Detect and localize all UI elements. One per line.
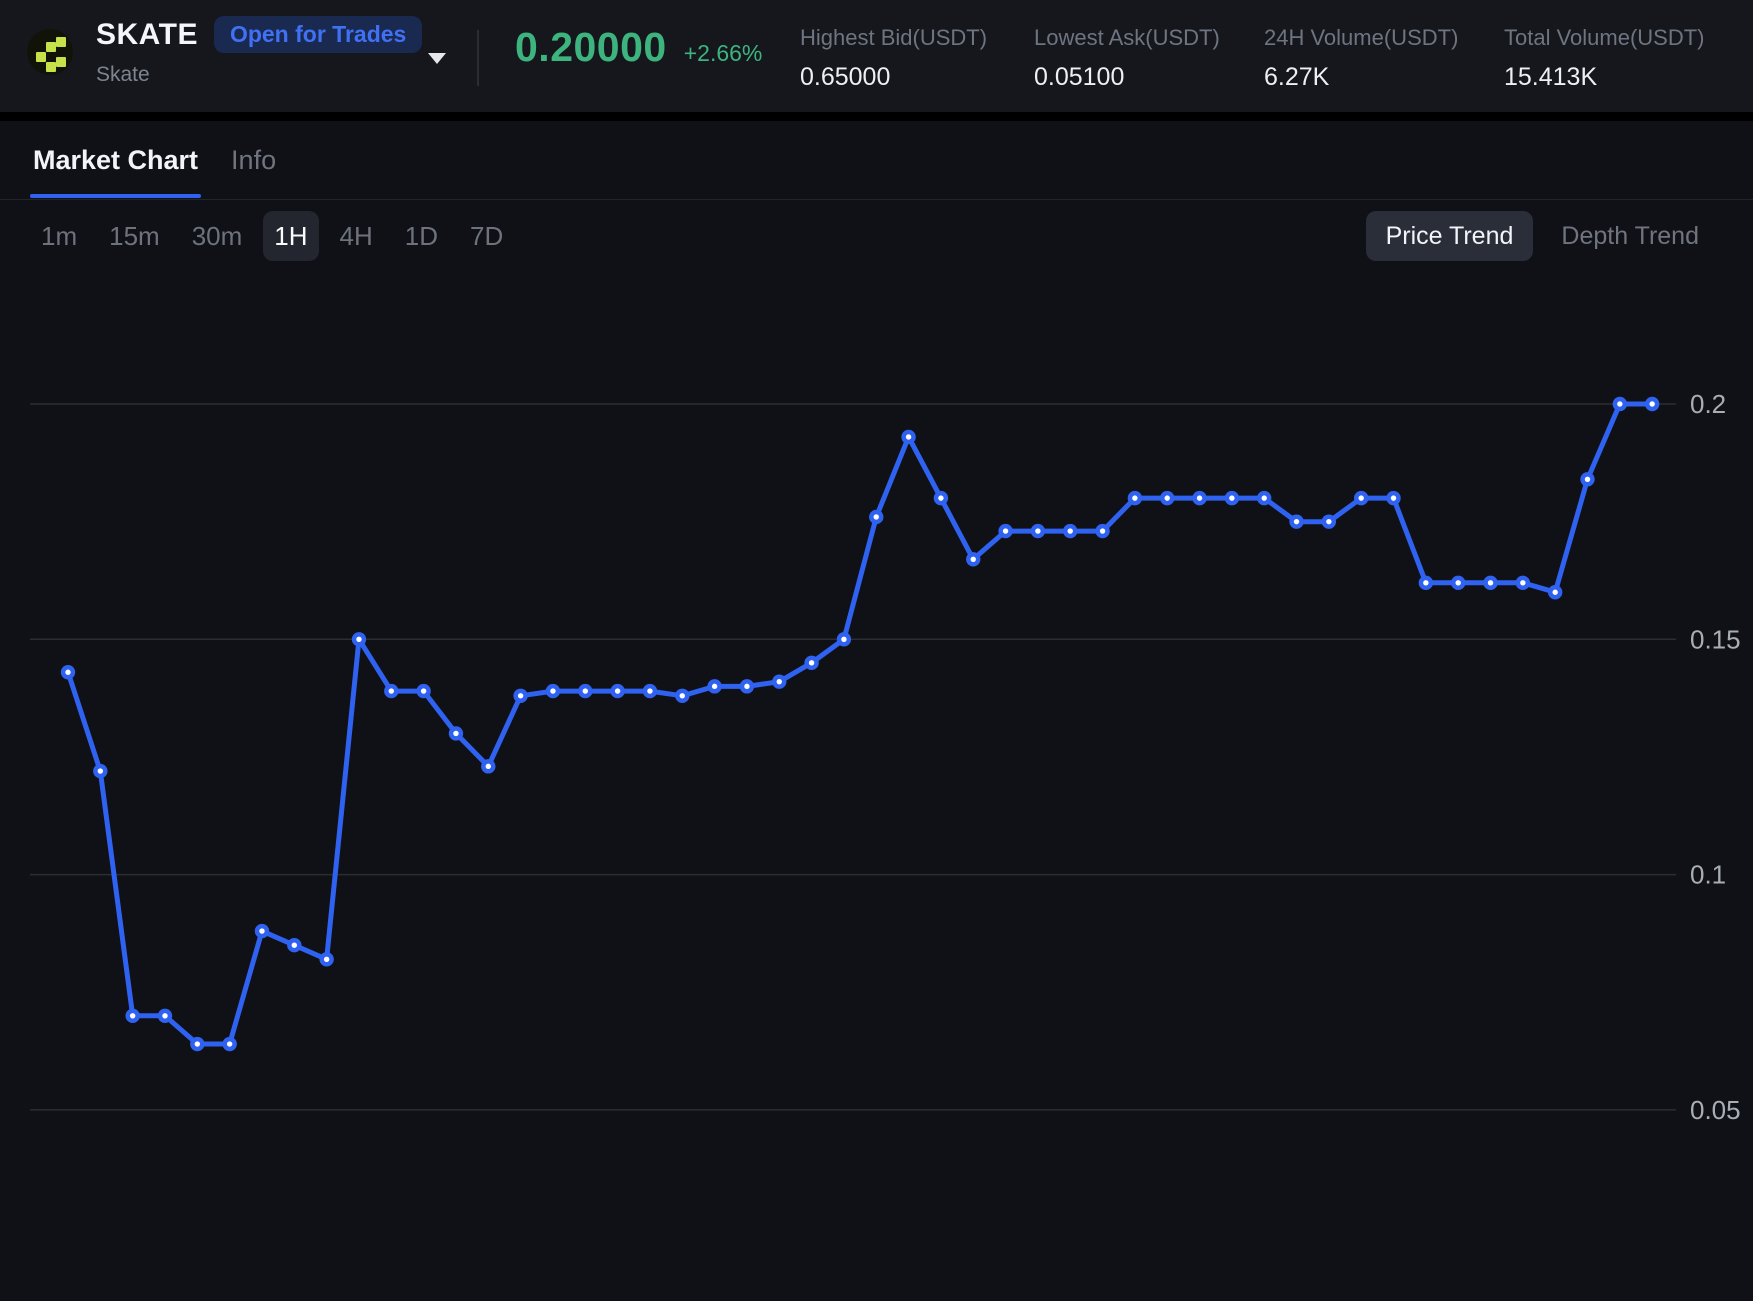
stat-label: Lowest Ask(USDT) [1034, 25, 1220, 51]
price-change-percent: +2.66% [684, 40, 763, 67]
stat-label: 24H Volume(USDT) [1264, 25, 1458, 51]
stat-24h-volume: 24H Volume(USDT) 6.27K [1264, 25, 1458, 92]
data-point-center [227, 1041, 232, 1046]
skate-token-logo-icon [27, 29, 73, 75]
last-price: 0.20000 [515, 24, 667, 71]
data-point-center [1423, 580, 1428, 585]
data-point-center [906, 434, 911, 439]
data-point-center [1294, 519, 1299, 524]
data-point-center [1617, 401, 1622, 406]
stat-value: 6.27K [1264, 63, 1458, 92]
data-point-center [647, 688, 652, 693]
data-point-center [1552, 590, 1557, 595]
data-point-center [453, 731, 458, 736]
data-point-center [1326, 519, 1331, 524]
data-point-center [712, 684, 717, 689]
data-point-center [1391, 495, 1396, 500]
data-point-center [98, 768, 103, 773]
stat-label: Total Volume(USDT) [1504, 25, 1705, 51]
data-point-center [1359, 495, 1364, 500]
data-point-center [1068, 528, 1073, 533]
stat-total-volume: Total Volume(USDT) 15.413K [1504, 25, 1705, 92]
token-symbol: SKATE [96, 18, 198, 52]
data-point-center [1455, 580, 1460, 585]
y-tick-label: 0.2 [1690, 389, 1726, 419]
data-point-center [1649, 401, 1654, 406]
stat-value: 15.413K [1504, 63, 1705, 92]
data-point-center [680, 693, 685, 698]
data-point-center [1165, 495, 1170, 500]
data-point-center [195, 1041, 200, 1046]
price-line [68, 404, 1652, 1044]
data-point-center [809, 660, 814, 665]
price-block: 0.20000 +2.66% [515, 24, 762, 71]
data-point-center [1585, 477, 1590, 482]
header-divider [477, 30, 479, 86]
data-point-center [292, 942, 297, 947]
data-point-center [130, 1013, 135, 1018]
data-point-center [1100, 528, 1105, 533]
market-header: SKATE Open for Trades Skate 0.20000 +2.6… [0, 0, 1753, 112]
y-tick-label: 0.1 [1690, 860, 1726, 890]
trading-status-badge: Open for Trades [214, 16, 422, 53]
data-point-center [389, 688, 394, 693]
data-point-center [938, 495, 943, 500]
tab-market-chart[interactable]: Market Chart [33, 121, 198, 199]
token-name: Skate [96, 63, 422, 87]
data-point-center [259, 928, 264, 933]
data-point-center [1229, 495, 1234, 500]
stat-highest-bid: Highest Bid(USDT) 0.65000 [800, 25, 987, 92]
y-tick-label: 0.15 [1690, 624, 1741, 654]
stat-value: 0.05100 [1034, 63, 1220, 92]
market-dropdown-caret-icon[interactable] [428, 53, 446, 64]
data-point-center [518, 693, 523, 698]
data-point-center [583, 688, 588, 693]
data-point-center [1035, 528, 1040, 533]
data-point-center [162, 1013, 167, 1018]
data-point-center [1520, 580, 1525, 585]
data-point-center [1488, 580, 1493, 585]
tab-bar: Market Chart Info [0, 121, 1753, 200]
data-point-center [324, 957, 329, 962]
data-point-center [550, 688, 555, 693]
data-point-center [356, 637, 361, 642]
data-point-center [971, 557, 976, 562]
stat-value: 0.65000 [800, 63, 987, 92]
data-point-center [615, 688, 620, 693]
data-point-center [777, 679, 782, 684]
market-stats: Highest Bid(USDT) 0.65000 Lowest Ask(USD… [800, 25, 1740, 95]
token-identity: SKATE Open for Trades Skate [96, 16, 422, 87]
data-point-center [744, 684, 749, 689]
data-point-center [421, 688, 426, 693]
data-point-center [65, 670, 70, 675]
stat-label: Highest Bid(USDT) [800, 25, 987, 51]
data-point-center [1003, 528, 1008, 533]
data-point-center [841, 637, 846, 642]
tab-info[interactable]: Info [231, 121, 276, 199]
data-point-center [1197, 495, 1202, 500]
data-point-center [1262, 495, 1267, 500]
data-point-center [486, 764, 491, 769]
data-point-center [1132, 495, 1137, 500]
y-tick-label: 0.05 [1690, 1095, 1741, 1125]
price-trend-chart: 0.2 0.15 0.1 0.05 [0, 250, 1753, 1301]
header-separator [0, 112, 1753, 121]
active-tab-underline [30, 194, 201, 198]
data-point-center [874, 514, 879, 519]
stat-lowest-ask: Lowest Ask(USDT) 0.05100 [1034, 25, 1220, 92]
